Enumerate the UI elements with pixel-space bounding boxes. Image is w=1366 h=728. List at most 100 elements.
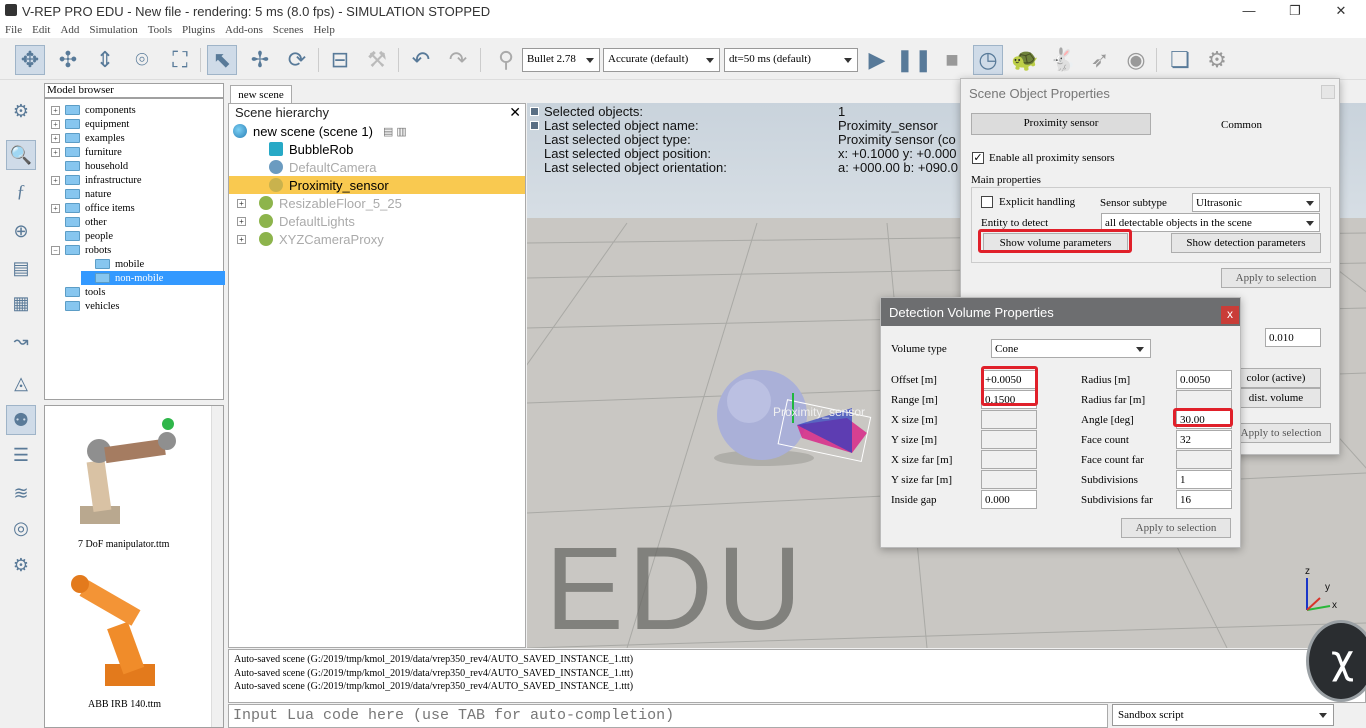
explicit-handling-checkbox[interactable] [981,196,993,208]
expand-icon[interactable]: + [237,198,246,208]
expand-icon[interactable]: + [237,234,246,244]
dvp-apply-button[interactable]: Apply to selection [1121,518,1231,538]
menu-add[interactable]: Add [55,22,84,36]
minimize-button[interactable]: — [1226,0,1272,22]
tree-item-tools[interactable]: tools [51,285,105,299]
apply-to-selection-button[interactable]: Apply to selection [1221,268,1331,288]
camera-angle-icon[interactable]: ⌾ [127,45,157,75]
scene-object-ResizableFloor_5_25[interactable]: + ResizableFloor_5_25 [229,194,525,212]
sop-close-icon[interactable] [1321,85,1335,99]
stop-icon[interactable]: ■ [937,45,967,75]
scene-object-DefaultCamera[interactable]: DefaultCamera [229,158,525,176]
model-browser-toggle-icon[interactable]: ⚉ [6,405,36,435]
apply-to-selection-button-2[interactable]: Apply to selection [1231,423,1331,443]
tab-new-scene[interactable]: new scene [230,85,292,103]
redo-icon[interactable]: ↷ [443,45,473,75]
menu-plugins[interactable]: Plugins [177,22,220,36]
tree-item-people[interactable]: people [51,229,113,243]
pause-icon[interactable]: ❚❚ [896,45,933,75]
menu-tools[interactable]: Tools [143,22,177,36]
left-param-field[interactable] [981,410,1037,429]
tree-item-robots[interactable]: − robots [51,243,111,257]
object-rotate-icon[interactable]: ⟳ [282,45,312,75]
expand-icon[interactable]: + [51,119,60,129]
left-param-field[interactable] [981,450,1037,469]
tab-proximity-sensor[interactable]: Proximity sensor [971,113,1151,135]
close-icon[interactable]: ✕ [509,105,521,122]
undo-icon[interactable]: ↶ [406,45,436,75]
path-edit-icon[interactable]: ↝ [6,326,36,356]
menu-scenes[interactable]: Scenes [268,22,309,36]
layers-icon[interactable]: ≋ [6,478,36,508]
dist-volume-button[interactable]: dist. volume [1231,388,1321,408]
left-param-field[interactable] [981,470,1037,489]
model-browser-tree[interactable]: + components + equipment + examples + furniture… [44,98,225,400]
assemble-icon[interactable]: ⊟ [325,45,355,75]
shape-edit-icon[interactable]: ▦ [6,288,36,318]
timestep-select[interactable]: dt=50 ms (default) [724,48,858,72]
realtime-clock-icon[interactable]: ◷ [973,45,1003,75]
right-param-field[interactable]: 16 [1176,490,1232,509]
click-selection-icon[interactable]: ⬉ [207,45,237,75]
scripts-icon[interactable]: ▤ [6,253,36,283]
tree-item-equipment[interactable]: + equipment [51,117,129,131]
object-shift-icon[interactable]: ✢ [245,45,275,75]
scene-root[interactable]: new scene (scene 1) ▤ ▥ [229,122,525,140]
expand-icon[interactable]: + [51,147,60,157]
partial-value-field[interactable]: 0.010 [1265,328,1321,347]
camera-rotate-icon[interactable]: ✣ [53,45,83,75]
expand-icon[interactable]: + [51,133,60,143]
visualization-toggle-icon[interactable]: ◉ [1121,45,1151,75]
expand-icon[interactable]: − [51,245,60,255]
show-detection-parameters-button[interactable]: Show detection parameters [1171,233,1321,253]
tree-item-mobile[interactable]: mobile [81,257,144,271]
expand-icon[interactable]: + [51,105,60,115]
tree-item-office-items[interactable]: + office items [51,201,135,215]
tree-item-other[interactable]: other [51,215,107,229]
tree-item-examples[interactable]: + examples [51,131,125,145]
expand-icon[interactable]: + [51,203,60,213]
right-param-field[interactable]: 0.0050 [1176,370,1232,389]
lua-command-input[interactable]: Input Lua code here (use TAB for auto-co… [228,704,1108,728]
scene-hierarchy-toggle-icon[interactable]: 🔍 [6,140,36,170]
enable-all-checkbox[interactable]: ✓ [972,152,984,164]
right-param-field[interactable] [1176,450,1232,469]
tree-item-household[interactable]: household [51,159,128,173]
scene-object-XYZCameraProxy[interactable]: + XYZCameraProxy [229,230,525,248]
restore-button[interactable]: ❐ [1272,0,1318,22]
video-recorder-icon[interactable]: ◎ [6,513,36,543]
close-window-button[interactable]: ✕ [1318,0,1364,22]
user-settings-icon[interactable]: ⚙ [6,550,36,580]
menu-edit[interactable]: Edit [27,22,55,36]
slow-down-icon[interactable]: 🐢 [1010,45,1040,75]
scene-object-DefaultLights[interactable]: + DefaultLights [229,212,525,230]
menu-file[interactable]: File [0,22,27,36]
tree-item-nature[interactable]: nature [51,187,111,201]
page-selector-icon[interactable]: ❏ [1165,45,1195,75]
tree-item-vehicles[interactable]: vehicles [51,299,119,313]
entity-to-detect-select[interactable]: all detectable objects in the scene [1101,213,1320,232]
collections-icon[interactable]: ⊕ [6,216,36,246]
tree-item-non-mobile[interactable]: non-mobile [81,271,225,285]
volume-type-select[interactable]: Cone [991,339,1151,358]
scene-object-Proximity_sensor[interactable]: Proximity_sensor [229,176,525,194]
abb-robot-thumbnail[interactable] [60,569,200,699]
simulation-settings-icon[interactable]: ⚙ [6,96,36,126]
physics-engine-select[interactable]: Bullet 2.78 [522,48,600,72]
right-param-field[interactable] [1176,390,1232,409]
scene-selector-icon[interactable]: ⚙ [1202,45,1232,75]
info-toggle-icon[interactable] [530,107,539,116]
scene-hierarchy-panel[interactable]: Scene hierarchy ✕ new scene (scene 1) ▤ … [228,103,526,648]
selection-icon[interactable]: ◬ [6,368,36,398]
camera-shift-icon[interactable]: ⇕ [90,45,120,75]
tab-common[interactable]: Common [1221,119,1262,131]
scene-object-BubbleRob[interactable]: BubbleRob [229,140,525,158]
sensor-subtype-select[interactable]: Ultrasonic [1192,193,1320,212]
dvp-close-button[interactable]: x [1221,306,1239,324]
thread-rendering-icon[interactable]: ➶ [1085,45,1115,75]
left-param-field[interactable]: 0.000 [981,490,1037,509]
right-param-field[interactable]: 32 [1176,430,1232,449]
tree-item-components[interactable]: + components [51,103,136,117]
info-toggle-icon[interactable] [530,121,539,130]
tree-item-furniture[interactable]: + furniture [51,145,122,159]
